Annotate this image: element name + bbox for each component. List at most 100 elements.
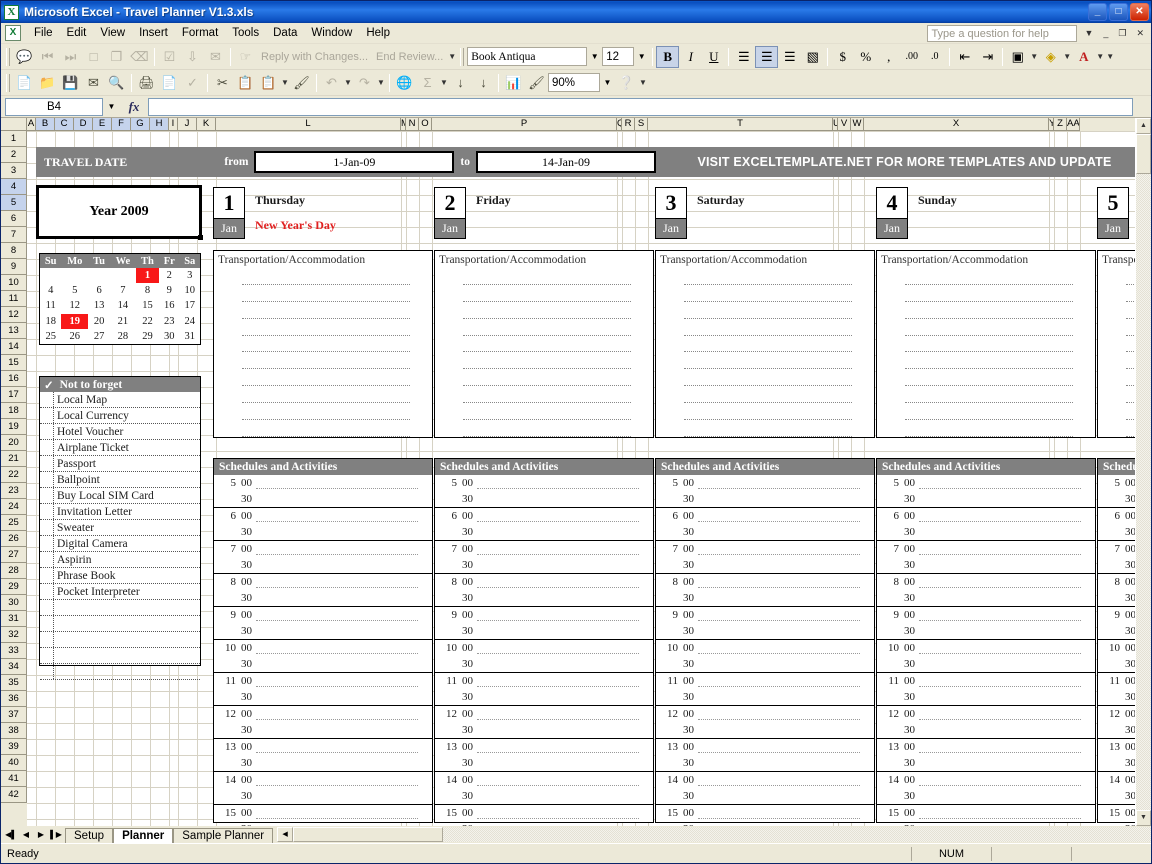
menu-item-edit[interactable]: Edit <box>60 24 94 42</box>
row-header-16[interactable]: 16 <box>1 371 27 387</box>
redo-icon[interactable]: ↷ <box>353 72 376 94</box>
column-header-j[interactable]: J <box>178 118 197 131</box>
schedule-entry-line[interactable] <box>919 511 1081 522</box>
row-header-6[interactable]: 6 <box>1 211 27 227</box>
menu-item-tools[interactable]: Tools <box>225 24 266 42</box>
save-icon[interactable]: 💾 <box>59 72 82 94</box>
increase-decimal-icon[interactable]: .00 <box>900 46 923 68</box>
column-header-r[interactable]: R <box>622 118 635 131</box>
row-header-24[interactable]: 24 <box>1 499 27 515</box>
menu-item-file[interactable]: File <box>27 24 60 42</box>
schedule-slot[interactable]: 30 <box>1098 656 1135 672</box>
schedule-slot[interactable]: 900 <box>435 607 653 623</box>
column-header-c[interactable]: C <box>55 118 74 131</box>
schedule-slot[interactable]: 500 <box>877 475 1095 491</box>
calendar-day-31[interactable]: 31 <box>179 329 200 344</box>
schedule-entry-line[interactable] <box>919 659 1081 670</box>
row-header-20[interactable]: 20 <box>1 435 27 451</box>
search-icon[interactable]: 🔍 <box>105 72 128 94</box>
schedule-slot[interactable]: 1100 <box>435 673 653 689</box>
schedule-slot[interactable]: 1000 <box>656 640 874 656</box>
schedule-slot[interactable]: 500 <box>1098 475 1135 491</box>
calendar-day-25[interactable]: 25 <box>40 329 61 344</box>
schedule-slot[interactable]: 30 <box>656 623 874 639</box>
toolbar-grip[interactable] <box>6 48 10 66</box>
sheet-tab-setup[interactable]: Setup <box>65 828 113 843</box>
schedule-slot[interactable]: 30 <box>656 788 874 804</box>
checkbox-cell[interactable] <box>40 504 54 519</box>
new-comment-icon[interactable]: 💬 <box>13 46 36 68</box>
schedule-slot[interactable]: 700 <box>877 541 1095 557</box>
schedule-entry-line[interactable] <box>477 527 639 538</box>
schedule-entry-line[interactable] <box>256 527 418 538</box>
workbook-icon[interactable] <box>5 25 21 41</box>
schedule-entry-line[interactable] <box>256 659 418 670</box>
schedule-slot[interactable]: 1200 <box>656 706 874 722</box>
transportation-entry-line[interactable] <box>1126 302 1135 319</box>
row-header-15[interactable]: 15 <box>1 355 27 371</box>
align-right-icon[interactable]: ☰ <box>778 46 801 68</box>
not-to-forget-item[interactable]: Aspirin <box>40 552 200 568</box>
paste-icon[interactable]: 📋 <box>257 72 280 94</box>
transportation-entry-line[interactable] <box>463 268 631 285</box>
schedule-slot[interactable]: 30 <box>435 491 653 507</box>
not-to-forget-item[interactable]: Buy Local SIM Card <box>40 488 200 504</box>
schedule-entry-line[interactable] <box>919 527 1081 538</box>
schedule-entry-line[interactable] <box>698 527 860 538</box>
schedule-slot[interactable]: 600 <box>1098 508 1135 524</box>
schedule-entry-line[interactable] <box>919 709 1081 720</box>
sheet-tab-sample-planner[interactable]: Sample Planner <box>173 828 273 843</box>
transportation-entry-line[interactable] <box>905 302 1073 319</box>
checkbox-cell[interactable] <box>40 568 54 583</box>
font-name-input[interactable]: Book Antiqua <box>467 47 587 66</box>
transportation-entry-line[interactable] <box>684 268 852 285</box>
schedule-slot[interactable]: 600 <box>877 508 1095 524</box>
workbook-restore-button[interactable]: ❐ <box>1115 28 1129 39</box>
menu-item-view[interactable]: View <box>93 24 132 42</box>
schedule-slot[interactable]: 30 <box>435 722 653 738</box>
schedule-entry-line[interactable] <box>256 643 418 654</box>
schedule-slot[interactable]: 600 <box>435 508 653 524</box>
schedule-entry-line[interactable] <box>919 593 1081 604</box>
row-header-14[interactable]: 14 <box>1 339 27 355</box>
schedule-entry-line[interactable] <box>256 808 418 819</box>
schedule-slot[interactable]: 1400 <box>214 772 432 788</box>
checkbox-cell[interactable] <box>40 424 54 439</box>
column-header-b[interactable]: B <box>36 118 55 131</box>
schedule-entry-line[interactable] <box>698 593 860 604</box>
schedule-entry-line[interactable] <box>919 544 1081 555</box>
transportation-entry-line[interactable] <box>684 336 852 353</box>
row-header-10[interactable]: 10 <box>1 275 27 291</box>
not-to-forget-item[interactable]: Ballpoint <box>40 472 200 488</box>
schedule-slot[interactable]: 1500 <box>1098 805 1135 821</box>
row-header-19[interactable]: 19 <box>1 419 27 435</box>
schedule-entry-line[interactable] <box>477 593 639 604</box>
schedule-slot[interactable]: 30 <box>877 491 1095 507</box>
calendar-day-14[interactable]: 14 <box>110 298 136 313</box>
schedule-slot[interactable]: 800 <box>656 574 874 590</box>
transportation-entry-line[interactable] <box>684 369 852 386</box>
schedule-slot[interactable]: 1400 <box>877 772 1095 788</box>
schedule-entry-line[interactable] <box>477 676 639 687</box>
schedule-slot[interactable]: 30 <box>877 722 1095 738</box>
transportation-entry-line[interactable] <box>463 319 631 336</box>
column-header-k[interactable]: K <box>197 118 216 131</box>
calendar-day-21[interactable]: 21 <box>110 314 136 329</box>
calendar-day-23[interactable]: 23 <box>159 314 179 329</box>
checkbox-cell[interactable] <box>40 584 54 599</box>
calendar-day-30[interactable]: 30 <box>159 329 179 344</box>
transportation-entry-line[interactable] <box>684 319 852 336</box>
column-header-o[interactable]: O <box>419 118 432 131</box>
row-header-9[interactable]: 9 <box>1 259 27 275</box>
autosum-dropdown-icon[interactable]: ▼ <box>439 78 449 87</box>
calendar-day-28[interactable]: 28 <box>110 329 136 344</box>
schedule-slot[interactable]: 900 <box>656 607 874 623</box>
transportation-entry-line[interactable] <box>1126 319 1135 336</box>
schedule-slot[interactable]: 1300 <box>877 739 1095 755</box>
column-header-w[interactable]: W <box>851 118 864 131</box>
schedule-slot[interactable]: 1400 <box>1098 772 1135 788</box>
schedule-slot[interactable]: 1300 <box>656 739 874 755</box>
checkbox-cell[interactable] <box>40 392 54 407</box>
schedule-entry-line[interactable] <box>477 775 639 786</box>
schedule-entry-line[interactable] <box>477 511 639 522</box>
